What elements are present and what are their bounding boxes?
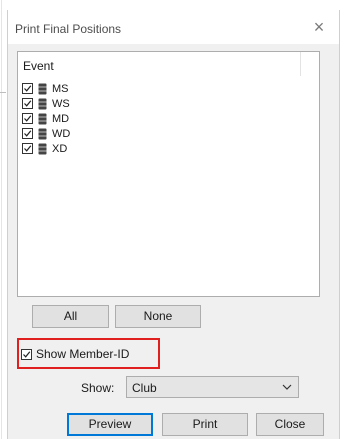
select-all-button[interactable]: All	[32, 305, 109, 328]
preview-button[interactable]: Preview	[67, 413, 153, 436]
database-icon	[38, 143, 47, 154]
print-button[interactable]: Print	[162, 413, 248, 436]
event-row-wd[interactable]: WD	[22, 126, 70, 141]
show-member-id-option[interactable]: Show Member-ID	[21, 347, 129, 361]
select-none-button[interactable]: None	[115, 305, 201, 328]
event-row-ws[interactable]: WS	[22, 96, 70, 111]
show-select[interactable]: Club	[126, 376, 299, 398]
event-rows: MS WS MD WD XD	[22, 81, 70, 156]
background-divider	[0, 0, 3, 439]
show-member-id-checkbox[interactable]	[21, 348, 32, 360]
event-checkbox[interactable]	[22, 98, 33, 109]
event-label: WD	[52, 127, 71, 140]
print-final-positions-dialog: Print Final Positions × Event MS WS MD WD XD…	[7, 10, 340, 439]
event-checkbox[interactable]	[22, 143, 33, 154]
close-button[interactable]: Close	[256, 413, 324, 436]
event-row-md[interactable]: MD	[22, 111, 70, 126]
events-listbox[interactable]: Event MS WS MD WD XD	[17, 51, 320, 297]
event-row-xd[interactable]: XD	[22, 141, 70, 156]
show-member-id-label: Show Member-ID	[36, 347, 130, 361]
event-checkbox[interactable]	[22, 128, 33, 139]
database-icon	[38, 128, 47, 139]
show-label: Show:	[81, 381, 115, 395]
chevron-down-icon	[282, 384, 292, 390]
event-label: MS	[52, 82, 69, 95]
list-column-header[interactable]: Event	[18, 52, 301, 76]
event-label: XD	[52, 142, 68, 155]
event-row-ms[interactable]: MS	[22, 81, 70, 96]
event-checkbox[interactable]	[22, 83, 33, 94]
background-tick	[0, 92, 6, 93]
event-checkbox[interactable]	[22, 113, 33, 124]
database-icon	[38, 98, 47, 109]
window-title: Print Final Positions	[15, 22, 122, 36]
database-icon	[38, 113, 47, 124]
column-header-label: Event	[23, 59, 54, 73]
title-bar: Print Final Positions ×	[8, 10, 339, 44]
event-label: MD	[52, 112, 70, 125]
close-icon[interactable]: ×	[309, 17, 329, 37]
database-icon	[38, 83, 47, 94]
show-select-value: Club	[132, 381, 157, 395]
event-label: WS	[52, 97, 70, 110]
